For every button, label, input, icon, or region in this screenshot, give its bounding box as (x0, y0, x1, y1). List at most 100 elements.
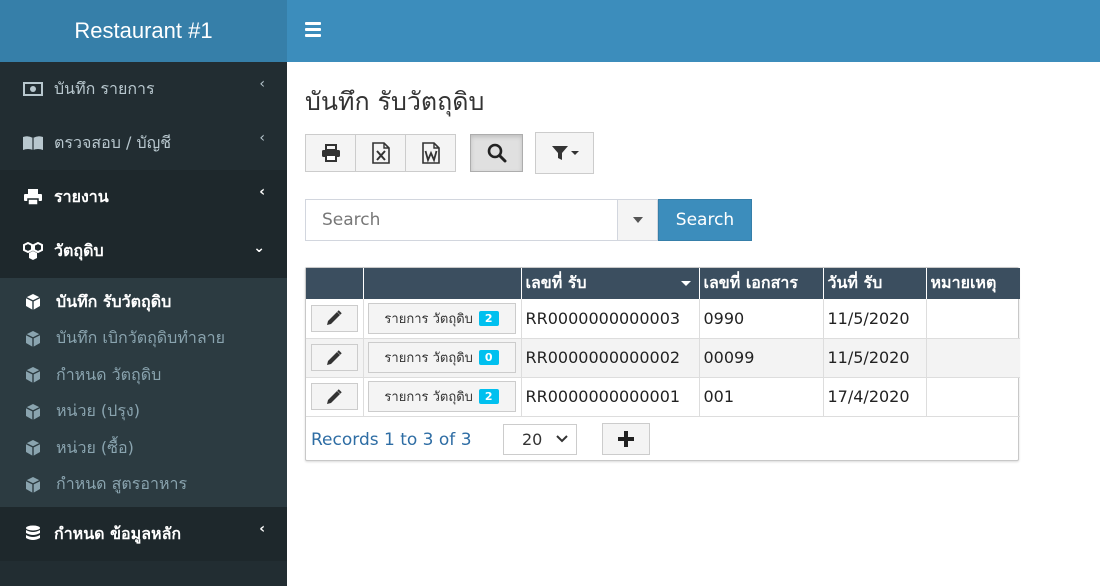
word-file-icon (421, 142, 440, 164)
material-list-button[interactable]: รายการ วัตถุดิบ 2 (367, 302, 516, 334)
pencil-icon (327, 388, 342, 404)
page-size-value: 20 (522, 430, 543, 449)
receive-no-cell: RR0000000000002 (521, 338, 700, 378)
print-icon (321, 144, 340, 162)
receive-table: เลขที่ รับ เลขที่ เอกสาร วันที่ รับ หมาย… (306, 268, 1020, 417)
column-header-detail (363, 268, 522, 299)
column-header-date[interactable]: วันที่ รับ (823, 268, 927, 299)
filter-dropdown-button[interactable] (535, 132, 594, 174)
column-header-receive-no[interactable]: เลขที่ รับ (521, 268, 700, 299)
date-cell: 11/5/2020 (823, 299, 927, 339)
sidebar-item-materials[interactable]: วัตถุดิบ ⌄ (0, 224, 287, 278)
brand-logo[interactable]: Restaurant #1 (0, 0, 287, 62)
edit-button[interactable] (310, 383, 358, 410)
detail-cell: รายการ วัตถุดิบ 0 (363, 338, 522, 378)
edit-cell (306, 299, 364, 339)
note-cell (926, 299, 1020, 339)
table-header-row: เลขที่ รับ เลขที่ เอกสาร วันที่ รับ หมาย… (306, 268, 1020, 299)
cube-icon (25, 330, 41, 347)
count-badge: 0 (478, 350, 499, 365)
chevron-left-icon: ‹ (259, 521, 265, 537)
search-button[interactable]: Search (658, 199, 752, 241)
table-row: รายการ วัตถุดิบ 0 RR0000000000002 00099 … (306, 338, 1020, 378)
submenu-item-label: กำหนด สูตรอาหาร (56, 474, 188, 494)
submenu-item-recipe[interactable]: กำหนด สูตรอาหาร (0, 467, 287, 504)
count-badge: 2 (478, 310, 499, 326)
database-icon (22, 525, 44, 543)
cube-icon (25, 403, 41, 420)
edit-cell (306, 377, 364, 417)
submenu-item-label: บันทึก เบิกวัตถุดิบทำลาย (56, 328, 226, 348)
receive-no-cell: RR0000000000003 (521, 299, 700, 339)
sidebar-item-record[interactable]: บันทึก รายการ ‹ (0, 62, 287, 116)
sort-caret-icon (680, 281, 691, 286)
submenu-item-label: หน่วย (ปรุง) (56, 401, 140, 421)
sidebar-item-report[interactable]: รายงาน ‹ (0, 170, 287, 224)
detail-label: รายการ วัตถุดิบ (384, 351, 473, 366)
sidebar: Restaurant #1 บันทึก รายการ ‹ ตรวจสอบ / … (0, 0, 287, 586)
date-cell: 17/4/2020 (823, 377, 927, 417)
search-input[interactable] (305, 199, 618, 241)
detail-cell: รายการ วัตถุดิบ 2 (363, 377, 522, 417)
print-icon (22, 188, 44, 206)
submenu-item-dispose[interactable]: บันทึก เบิกวัตถุดิบทำลาย (0, 321, 287, 358)
sidebar-item-label: กำหนด ข้อมูลหลัก (54, 523, 182, 543)
records-summary: Records 1 to 3 of 3 (311, 429, 472, 450)
column-header-note[interactable]: หมายเหตุ (926, 268, 1020, 299)
table-row: รายการ วัตถุดิบ 2 RR0000000000003 0990 1… (306, 299, 1020, 339)
count-badge: 2 (478, 389, 499, 404)
export-button-group (305, 134, 456, 172)
sidebar-item-label: รายงาน (54, 186, 109, 206)
export-word-button[interactable] (405, 134, 456, 172)
edit-cell (306, 338, 364, 378)
sidebar-submenu: บันทึก รับวัตถุดิบ บันทึก เบิกวัตถุดิบทำ… (0, 278, 287, 507)
receive-no-cell: RR0000000000001 (521, 377, 700, 417)
search-toggle-group (470, 134, 523, 172)
submenu-item-label: หน่วย (ซื้อ) (56, 437, 134, 457)
sidebar-item-master-data[interactable]: กำหนด ข้อมูลหลัก ‹ (0, 507, 287, 561)
submenu-item-label: กำหนด วัตถุดิบ (56, 364, 162, 384)
detail-label: รายการ วัตถุดิบ (384, 311, 473, 327)
submenu-item-unit-buy[interactable]: หน่วย (ซื้อ) (0, 430, 287, 467)
chevron-left-icon: ‹ (259, 76, 265, 92)
material-list-button[interactable]: รายการ วัตถุดิบ 2 (367, 381, 516, 412)
page-size-select[interactable]: 20 (503, 424, 577, 455)
detail-label: รายการ วัตถุดิบ (384, 390, 473, 405)
note-cell (926, 338, 1020, 378)
material-list-button[interactable]: รายการ วัตถุดิบ 0 (367, 342, 516, 373)
print-button[interactable] (305, 134, 356, 172)
sidebar-item-audit[interactable]: ตรวจสอบ / บัญชี ‹ (0, 116, 287, 170)
cube-icon (25, 476, 41, 493)
grid-footer: Records 1 to 3 of 3 20 (306, 419, 1018, 460)
chevron-left-icon: ‹ (259, 184, 265, 200)
submenu-item-unit-cook[interactable]: หน่วย (ปรุง) (0, 394, 287, 431)
search-icon (487, 143, 506, 163)
cube-icon (25, 294, 41, 311)
column-header-label: เลขที่ รับ (525, 273, 587, 292)
caret-down-icon (632, 217, 643, 223)
hamburger-menu-icon[interactable] (305, 22, 321, 37)
sidebar-item-label: วัตถุดิบ (54, 240, 104, 260)
doc-no-cell: 0990 (699, 299, 824, 339)
add-record-button[interactable] (602, 423, 650, 455)
search-toggle-button[interactable] (470, 134, 523, 172)
book-icon (22, 134, 44, 152)
pencil-icon (327, 310, 342, 326)
search-options-dropdown[interactable] (618, 199, 658, 241)
cube-icon (25, 440, 41, 457)
top-navbar (287, 0, 1100, 62)
submenu-item-receive[interactable]: บันทึก รับวัตถุดิบ (0, 284, 287, 321)
chevron-down-icon (556, 435, 568, 443)
edit-button[interactable] (310, 304, 358, 332)
column-header-doc-no[interactable]: เลขที่ เอกสาร (699, 268, 824, 299)
edit-button[interactable] (310, 344, 358, 371)
money-icon (22, 80, 44, 98)
detail-cell: รายการ วัตถุดิบ 2 (363, 299, 522, 339)
submenu-item-define-material[interactable]: กำหนด วัตถุดิบ (0, 357, 287, 394)
filter-group (535, 132, 594, 174)
column-header-edit (306, 268, 364, 299)
sidebar-item-label: บันทึก รายการ (54, 78, 155, 98)
export-excel-button[interactable] (355, 134, 406, 172)
chevron-left-icon: ‹ (259, 130, 265, 146)
cube-icon (25, 367, 41, 384)
